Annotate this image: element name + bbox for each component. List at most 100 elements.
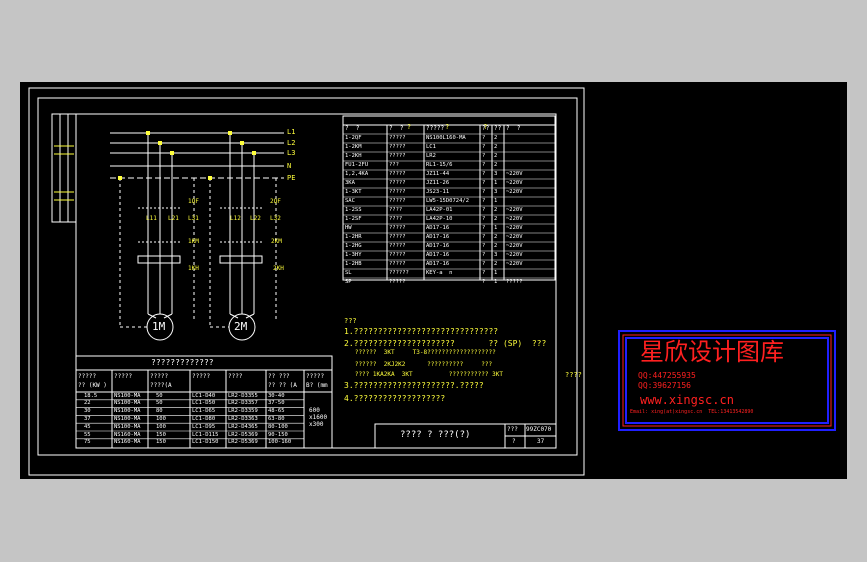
drawing-canvas[interactable]: L1 L2 L3 N PE 1QF 2QF L11 L21 L31 L12 L2… <box>20 82 847 479</box>
parts-table-cell: 1-2SS <box>345 207 362 213</box>
motor-table-cell: LC1-D150 <box>192 439 219 446</box>
motor-table-cell: 63-80 <box>268 415 285 422</box>
note-line: 3.?????????????????????.????? <box>344 381 484 390</box>
motor-table-cell: NS100-MA <box>114 415 141 422</box>
title-block-code: 99ZC070 <box>526 426 552 433</box>
parts-table-cell: ? <box>482 207 486 213</box>
parts-table-cell: 1-2QF <box>345 135 362 141</box>
parts-table-cell: ? <box>482 162 486 168</box>
motor-table-cell: LC1-D80 <box>192 415 216 422</box>
note-line: 2.????????????????????? ?? (SP) ??? <box>344 339 547 348</box>
motor-table-cell: 80-100 <box>268 423 288 430</box>
note-line: ?????? 2KJ2K2 ?????????? ??? <box>344 361 493 368</box>
parts-table-cell: ~220V <box>506 261 523 267</box>
motor-table-cell: 22 <box>84 400 91 407</box>
motor-table-cell: LC1-D50 <box>192 400 216 407</box>
contactor-label-l22: L22 <box>250 215 261 222</box>
parts-table-cell: 1,2,4KA <box>345 171 369 177</box>
parts-table-cell: 1-2SF <box>345 216 362 222</box>
parts-table-cell: ~220V <box>506 234 523 240</box>
bus-label-l1: L1 <box>287 128 296 136</box>
title-block-sheet: 37 <box>537 438 545 445</box>
parts-table-cell: LW5-15D0724/2 <box>426 198 470 204</box>
parts-table-cell: 1 <box>494 180 498 186</box>
bus-label-l3: L3 <box>287 149 296 157</box>
notes-extra: ???? <box>565 371 582 379</box>
bus-label-l2: L2 <box>287 139 296 147</box>
parts-table-cell: ???? <box>389 207 403 213</box>
parts-table-cell: LR2 <box>426 153 436 159</box>
motor-header-cell: ????? B? (mm <box>306 373 328 389</box>
parts-table-cell: LC1 <box>426 144 436 150</box>
parts-table-cell: ~220V <box>506 243 523 249</box>
motor-table-cell: 18.5 <box>84 392 98 399</box>
motor-label-2m: 2M <box>234 320 248 333</box>
parts-header-cell: ?? <box>482 125 490 132</box>
parts-table-cell: ????? <box>389 189 406 195</box>
parts-title-cell: ? <box>445 123 450 131</box>
motor-table-cell: NS160-MA <box>114 439 141 446</box>
parts-table-cell: ? <box>482 198 486 204</box>
parts-table-cell: 2 <box>494 207 498 213</box>
parts-table-cell: ? <box>482 261 486 267</box>
parts-table-cell: 3 <box>494 252 498 258</box>
title-block-sheet-label: ? <box>512 438 516 445</box>
motor-table-cell: 100-160 <box>268 439 292 446</box>
motor-table-cell: 48-65 <box>268 408 285 415</box>
logo-email: Email: xing(at)xingsc.cn TEL:13413542890 <box>630 409 754 415</box>
motor-table-cell: LR2-D3363 <box>228 415 258 422</box>
motor-table-cell: LC1-D40 <box>192 392 216 399</box>
parts-table-cell: ????? <box>389 225 406 231</box>
parts-table-cell: 3 <box>494 171 498 177</box>
parts-table-cell: ~220V <box>506 252 523 258</box>
motor-table-cell: LR2-D5369 <box>228 431 258 438</box>
parts-table-cell: 2 <box>494 144 498 150</box>
parts-table-cell: ? <box>482 135 486 141</box>
notes-heading: ??? <box>344 317 357 325</box>
parts-table-cell: 2 <box>494 135 498 141</box>
motor-table-cell: 30 <box>84 408 91 415</box>
motor-header-cell: ???? <box>228 373 243 380</box>
parts-table-cell: 1-2HG <box>345 243 362 249</box>
parts-table-cell: LA42P-10 <box>426 216 453 222</box>
motor-table-cell: 45 <box>84 423 91 430</box>
contactor-label-l31: L31 <box>188 215 199 222</box>
contactor-label-l12: L12 <box>230 215 241 222</box>
parts-table-cell: 1-3HY <box>345 252 362 258</box>
parts-table-cell: ????? <box>389 279 406 285</box>
parts-table-cell: ~220V <box>506 216 523 222</box>
parts-table-cell: ? <box>482 216 486 222</box>
motor-table-cell: 37-50 <box>268 400 285 407</box>
parts-table-cell: ? <box>482 180 486 186</box>
parts-table-cell: AD17-16 <box>426 243 450 249</box>
bus-label-pe: PE <box>287 174 296 182</box>
motor-header-cell: ????? ????(A <box>150 373 172 389</box>
motor-table-cell: 50 <box>156 392 163 399</box>
parts-table-cell: ? <box>482 171 486 177</box>
note-line: 4.??????????????????? <box>344 394 446 403</box>
motor-table-cell: NS100-MA <box>114 400 141 407</box>
motor-table-cell: NS100-MA <box>114 392 141 399</box>
parts-table-cell: ????? <box>389 198 406 204</box>
parts-table-cell: ???? <box>389 216 403 222</box>
parts-table-cell: ? <box>482 153 486 159</box>
logo-qq2: QQ:39627156 <box>638 381 691 390</box>
parts-table-cell: KEY-a n <box>426 270 453 276</box>
parts-table-cell: ????? <box>389 144 406 150</box>
parts-header-cell: ? ? <box>506 125 521 132</box>
motor-table-cell: 150 <box>156 439 166 446</box>
parts-table-cell: 3 <box>494 189 498 195</box>
parts-table-cell: 1-3KT <box>345 189 362 195</box>
parts-table-cell: JS23-11 <box>426 189 450 195</box>
parts-table-cell: SL <box>345 270 352 276</box>
relay-label-2km: 2KM <box>271 238 282 245</box>
parts-table-cell: ????? <box>389 135 406 141</box>
relay-label-1kh: 1KH <box>188 265 199 272</box>
parts-table-cell: 2 <box>494 153 498 159</box>
parts-table-cell: SAC <box>345 198 355 204</box>
motor-table-cell: NS100-MA <box>114 408 141 415</box>
parts-table-cell: FU1-2FU <box>345 162 369 168</box>
parts-header-cell: ? ? <box>345 125 360 132</box>
motor-table-cell: 55 <box>84 431 91 438</box>
parts-table-cell: ? <box>482 270 486 276</box>
